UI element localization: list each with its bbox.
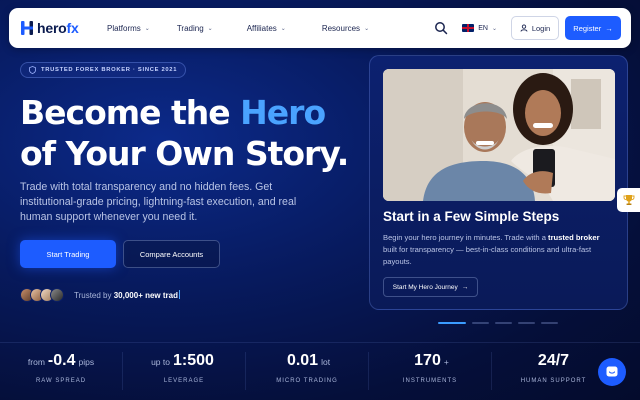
nav-item-trading[interactable]: Trading ⌄ bbox=[177, 24, 213, 33]
typing-cursor bbox=[178, 290, 180, 299]
stat-value: -0.4 bbox=[47, 352, 76, 369]
trophy-icon bbox=[623, 195, 634, 205]
chat-icon bbox=[606, 366, 618, 377]
nav-item-affiliates[interactable]: Affiliates ⌄ bbox=[247, 24, 286, 33]
user-icon bbox=[520, 24, 528, 32]
card-desc-part: built for transparency — best-in-class c… bbox=[383, 245, 592, 266]
compare-accounts-button[interactable]: Compare Accounts bbox=[123, 240, 220, 268]
stat-value: 0.01 bbox=[286, 352, 319, 369]
nav-item-label: Trading bbox=[176, 23, 204, 33]
chevron-down-icon: ⌄ bbox=[144, 25, 150, 32]
stat-leverage: up to 1:500 LEVERAGE bbox=[123, 352, 246, 390]
nav-links: Platforms ⌄ Trading ⌄ Affiliates ⌄ Resource… bbox=[107, 24, 405, 33]
carousel-dot-5[interactable] bbox=[541, 322, 558, 324]
start-trading-button[interactable]: Start Trading bbox=[20, 240, 116, 268]
stat-label: RAW SPREAD bbox=[35, 378, 87, 384]
nav-item-label: Resources bbox=[321, 23, 361, 33]
stat-human-support: 24/7 HUMAN SUPPORT bbox=[492, 352, 615, 390]
language-selector[interactable]: EN ⌄ bbox=[462, 24, 497, 32]
search-icon[interactable] bbox=[434, 21, 448, 35]
arrow-right-icon: → bbox=[605, 23, 613, 33]
top-navbar: herofx Platforms ⌄ Trading ⌄ Affiliates ⌄ R… bbox=[9, 8, 631, 48]
start-journey-button[interactable]: Start My Hero Journey → bbox=[383, 277, 478, 297]
carousel-dot-2[interactable] bbox=[472, 322, 489, 324]
chevron-down-icon: ⌄ bbox=[207, 25, 213, 32]
stat-instruments: 170 + INSTRUMENTS bbox=[369, 352, 492, 390]
register-label: Register bbox=[573, 23, 602, 33]
stats-divider bbox=[0, 342, 640, 343]
nav-item-resources[interactable]: Resources ⌄ bbox=[322, 24, 369, 33]
chevron-down-icon: ⌄ bbox=[364, 25, 370, 32]
badge-text: TRUSTED FOREX BROKER · SINCE 2021 bbox=[41, 67, 178, 73]
card-title: Start in a Few Simple Steps bbox=[383, 209, 560, 224]
carousel-dot-1[interactable] bbox=[438, 322, 466, 324]
headline-part: Become the bbox=[20, 93, 241, 132]
stat-value: 24/7 bbox=[537, 352, 570, 369]
shield-icon bbox=[29, 66, 36, 74]
trusted-by: Trusted by 30,000+ new trad bbox=[20, 288, 180, 302]
uk-flag-icon bbox=[462, 24, 475, 32]
stat-value: 1:500 bbox=[172, 352, 214, 369]
stat-label: LEVERAGE bbox=[163, 378, 205, 384]
stat-prefix: from bbox=[27, 357, 45, 367]
stat-suffix: pips bbox=[78, 357, 95, 367]
stat-label: INSTRUMENTS bbox=[402, 378, 458, 384]
login-button[interactable]: Login bbox=[511, 16, 559, 40]
arrow-right-icon: → bbox=[461, 283, 469, 291]
chat-button[interactable] bbox=[598, 358, 626, 386]
steps-card: Start in a Few Simple Steps Begin your h… bbox=[369, 55, 628, 310]
stat-value: 170 bbox=[414, 352, 441, 369]
stats-bar: from -0.4 pips RAW SPREAD up to 1:500 LEVER… bbox=[0, 352, 640, 390]
stat-suffix: + bbox=[443, 357, 449, 367]
headline-highlight: Hero bbox=[240, 93, 326, 132]
trust-badge: TRUSTED FOREX BROKER · SINCE 2021 bbox=[20, 62, 187, 78]
start-journey-label: Start My Hero Journey bbox=[392, 283, 458, 291]
trusted-count: 30,000+ new trad bbox=[113, 291, 178, 300]
card-desc-emphasis: trusted broker bbox=[548, 233, 600, 242]
carousel-indicators bbox=[438, 322, 558, 324]
login-label: Login bbox=[531, 23, 551, 33]
trusted-prefix: Trusted by bbox=[74, 291, 114, 300]
chevron-down-icon: ⌄ bbox=[491, 25, 497, 32]
couple-with-phone-image bbox=[383, 69, 615, 201]
awards-tab[interactable] bbox=[617, 188, 640, 212]
avatar bbox=[50, 288, 64, 302]
nav-item-label: Platforms bbox=[107, 23, 141, 33]
stat-prefix: up to bbox=[151, 357, 170, 367]
hero-headline: Become the Hero of Your Own Story. bbox=[20, 92, 349, 174]
register-button[interactable]: Register → bbox=[565, 16, 621, 40]
avatar-group bbox=[20, 288, 64, 302]
logo-icon bbox=[21, 21, 33, 35]
stat-suffix: lot bbox=[321, 357, 331, 367]
card-desc-part: Begin your hero journey in minutes. Trad… bbox=[383, 233, 549, 242]
carousel-dot-3[interactable] bbox=[495, 322, 512, 324]
logo[interactable]: herofx bbox=[21, 20, 101, 36]
nav-item-platforms[interactable]: Platforms ⌄ bbox=[107, 24, 150, 33]
logo-text-fx: fx bbox=[66, 20, 79, 36]
hero-photo bbox=[383, 69, 615, 201]
nav-item-label: Affiliates bbox=[246, 23, 277, 33]
stat-label: HUMAN SUPPORT bbox=[520, 378, 587, 384]
carousel-dot-4[interactable] bbox=[518, 322, 535, 324]
card-description: Begin your hero journey in minutes. Trad… bbox=[383, 232, 615, 268]
stat-label: MICRO TRADING bbox=[276, 378, 338, 384]
chevron-down-icon: ⌄ bbox=[280, 25, 286, 32]
hero-subtitle: Trade with total transparency and no hid… bbox=[20, 181, 297, 223]
logo-text-hero: hero bbox=[37, 20, 67, 36]
stat-raw-spread: from -0.4 pips RAW SPREAD bbox=[0, 352, 123, 390]
headline-line-2: of Your Own Story. bbox=[20, 134, 349, 173]
stat-micro-trading: 0.01 lot MICRO TRADING bbox=[246, 352, 369, 390]
language-code: EN bbox=[478, 24, 488, 32]
